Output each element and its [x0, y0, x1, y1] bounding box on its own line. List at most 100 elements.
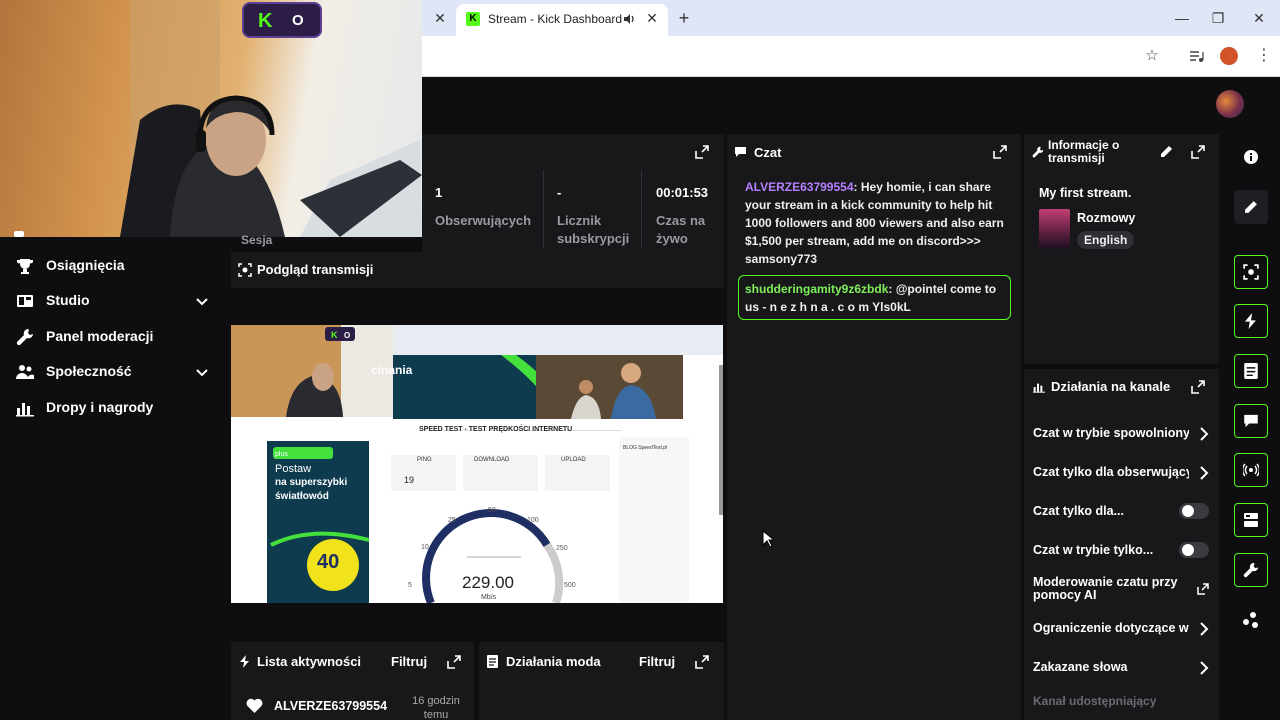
- preview-ad-line2: na superszybki: [275, 477, 348, 488]
- sidebar-item-label: Panel moderacji: [46, 328, 154, 344]
- rail-activity-button[interactable]: [1234, 304, 1268, 338]
- popout-icon[interactable]: [695, 655, 709, 669]
- gauge-tick: 250: [556, 545, 568, 552]
- sidebar-item-label: Dropy i nagrody: [46, 399, 154, 415]
- toggle-subscribers-only[interactable]: [1179, 503, 1209, 519]
- preview-title: Podgląd transmisji: [257, 262, 374, 277]
- webcam-scene: [120, 0, 422, 237]
- action-banned-words[interactable]: Zakazane słowa: [1033, 660, 1189, 680]
- chevron-right-icon[interactable]: [1198, 622, 1210, 636]
- external-link-icon[interactable]: [1197, 583, 1209, 595]
- chevron-right-icon[interactable]: [1198, 661, 1210, 675]
- stream-preview-video[interactable]: K O plus cinania SPEED TEST - TEST PRĘDK…: [231, 325, 723, 603]
- restore-icon[interactable]: ❐: [1208, 8, 1228, 28]
- rail-edit-button[interactable]: [1234, 190, 1268, 224]
- kebab-menu-icon[interactable]: ⋮: [1256, 47, 1272, 65]
- badge-o: O: [292, 12, 304, 29]
- rail-preview-button[interactable]: [1234, 255, 1268, 289]
- close-tab-icon[interactable]: ✕: [432, 10, 448, 26]
- toggle-emote-only[interactable]: [1179, 542, 1209, 558]
- sidebar-item-dropy[interactable]: Dropy i nagrody: [16, 396, 216, 420]
- close-window-icon[interactable]: ✕: [1249, 8, 1269, 28]
- toggle-knob: [1182, 505, 1194, 517]
- rail-stream-info-button[interactable]: [1234, 503, 1268, 537]
- info-icon[interactable]: [1244, 150, 1258, 164]
- popout-icon[interactable]: [1191, 145, 1205, 159]
- action-slow-mode[interactable]: Czat w trybie spowolnionym: [1033, 426, 1189, 446]
- action-message-limit[interactable]: Ograniczenie dotyczące wiadomości: [1033, 621, 1189, 641]
- chevron-down-icon[interactable]: [194, 293, 210, 309]
- popout-icon[interactable]: [447, 655, 461, 669]
- language-tag[interactable]: English: [1077, 231, 1135, 249]
- preview-blog-title: BLOG SpeedTest.pl: [623, 445, 668, 451]
- people-icon: [16, 365, 34, 379]
- chat-bubble-icon: [1244, 414, 1258, 428]
- minimize-icon[interactable]: —: [1172, 8, 1192, 28]
- mod-actions-filter-button[interactable]: Filtruj: [639, 654, 675, 669]
- preview-upload-label: UPLOAD: [561, 457, 586, 463]
- popout-icon[interactable]: [695, 145, 709, 159]
- action-emote-only[interactable]: Czat w trybie tylko...: [1033, 543, 1173, 563]
- popout-icon[interactable]: [1191, 380, 1205, 394]
- mouse-cursor-icon: [762, 530, 774, 548]
- chat-message[interactable]: shudderingamity9z6zbdk: @pointel come to…: [745, 280, 1007, 316]
- trophy-icon: [17, 259, 33, 274]
- avatar[interactable]: [1216, 90, 1244, 118]
- profile-icon[interactable]: [1220, 47, 1238, 65]
- stat-followers-value: 1: [435, 185, 443, 200]
- chat-message[interactable]: ALVERZE63799554: Hey homie, i can share …: [745, 178, 1007, 268]
- action-share-channel[interactable]: Kanał udostępniający: [1033, 694, 1213, 714]
- chat-username[interactable]: shudderingamity9z6zbdk: [745, 282, 888, 296]
- sidebar-item-spolecznosc[interactable]: Społeczność: [16, 360, 216, 384]
- preview-letterbox: [231, 288, 724, 325]
- sidebar-item-studio[interactable]: Studio: [16, 289, 216, 313]
- broadcast-icon: [1243, 463, 1259, 477]
- sidebar-item-panel-moderacji[interactable]: Panel moderacji: [16, 325, 216, 349]
- wrench-icon: [1243, 562, 1259, 578]
- chat-title: Czat: [754, 145, 782, 160]
- rail-chat-button[interactable]: [1234, 404, 1268, 438]
- session-label: Sesja: [241, 233, 273, 247]
- wrench-icon: [16, 329, 33, 346]
- channel-actions-title: Działania na kanale: [1051, 379, 1171, 394]
- action-ai-moderation[interactable]: Moderowanie czatu przy pomocy AI: [1033, 576, 1193, 604]
- sidebar-item-osiagniecia[interactable]: Osiągnięcia: [16, 254, 216, 278]
- pencil-icon[interactable]: [1160, 145, 1173, 158]
- pencil-icon: [1245, 201, 1257, 213]
- preview-download-label: DOWNLOAD: [474, 457, 510, 463]
- bookmark-star-icon[interactable]: ☆: [1144, 48, 1160, 64]
- sidebar-item-label: Studio: [46, 292, 90, 308]
- close-tab-icon[interactable]: ✕: [644, 10, 660, 28]
- stat-subs-value: -: [557, 185, 562, 200]
- media-control-icon[interactable]: [1188, 48, 1204, 64]
- document-icon: [487, 655, 498, 668]
- stat-subs-label: Licznik subskrypcji: [557, 213, 630, 246]
- sidebar-item-label: Osiągnięcia: [46, 257, 125, 273]
- action-subscribers-only[interactable]: Czat tylko dla...: [1033, 504, 1173, 524]
- action-followers-only[interactable]: Czat tylko dla obserwujących: [1033, 465, 1189, 485]
- chevron-right-icon[interactable]: [1198, 466, 1210, 480]
- preview-ping-label: PING: [417, 457, 432, 463]
- lightning-icon: [240, 655, 249, 668]
- activity-title: Lista aktywności: [257, 654, 362, 669]
- share-nodes-icon[interactable]: [1243, 612, 1259, 628]
- preview-icon: [1243, 264, 1259, 280]
- preview-heading: SPEED TEST - TEST PRĘDKOŚCI INTERNETU: [419, 426, 573, 433]
- chevron-down-icon[interactable]: [194, 364, 210, 380]
- popout-icon[interactable]: [993, 145, 1007, 159]
- chevron-right-icon[interactable]: [1198, 427, 1210, 441]
- badge-k: K: [258, 10, 273, 32]
- rail-mod-actions-button[interactable]: [1234, 354, 1268, 388]
- browser-tab-active[interactable]: K Stream - Kick Dashboard ✕: [456, 4, 668, 36]
- sidebar-item-label: Społeczność: [46, 363, 132, 379]
- chat-username[interactable]: ALVERZE63799554: [745, 180, 854, 194]
- speaker-icon[interactable]: [622, 12, 636, 26]
- rail-broadcast-button[interactable]: [1234, 453, 1268, 487]
- divider: [543, 170, 544, 248]
- chat-bubble-icon: [735, 147, 746, 157]
- new-tab-icon[interactable]: +: [676, 9, 692, 27]
- activity-filter-button[interactable]: Filtruj: [391, 654, 427, 669]
- rail-moderation-button[interactable]: [1234, 553, 1268, 587]
- layout-icon: [1244, 513, 1258, 527]
- nav-partial-icon: [14, 231, 24, 237]
